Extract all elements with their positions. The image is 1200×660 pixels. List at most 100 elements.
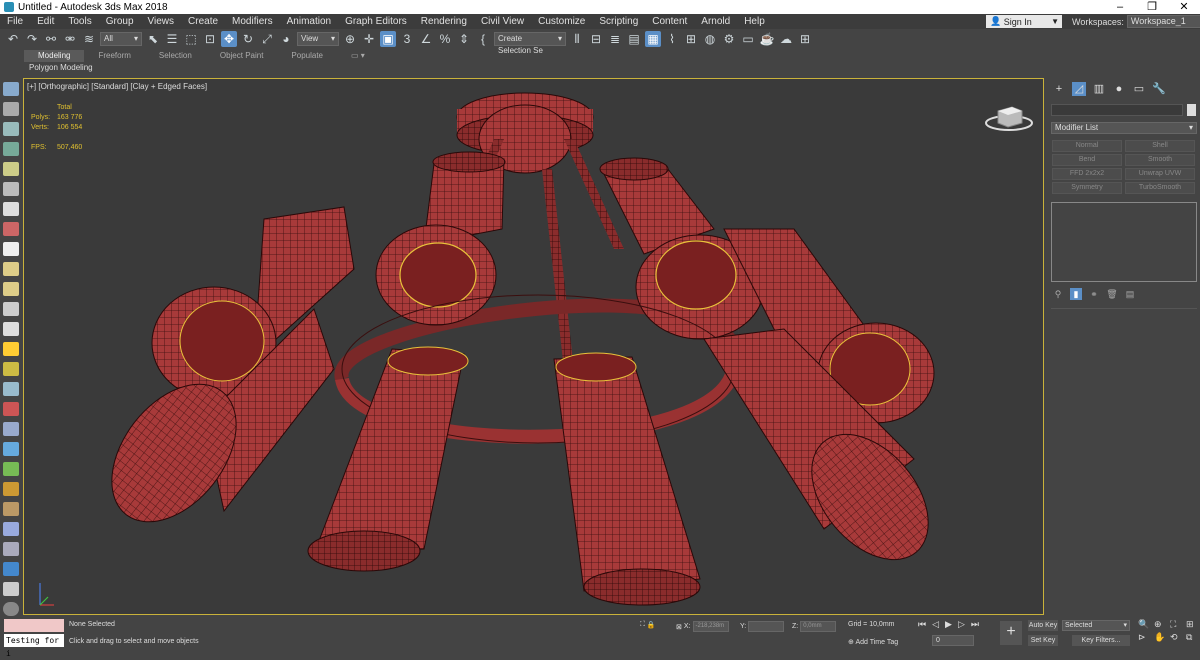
tools-icon[interactable]	[3, 182, 19, 196]
modifier-button-ffd-2x2x2[interactable]: FFD 2x2x2	[1052, 168, 1122, 180]
asset-icon[interactable]	[3, 582, 19, 596]
modifier-button-smooth[interactable]: Smooth	[1125, 154, 1195, 166]
select-object-icon[interactable]: ⬉	[145, 31, 161, 47]
ribbon-tab-freeform[interactable]: Freeform	[84, 50, 144, 62]
menu-customize[interactable]: Customize	[531, 14, 592, 29]
render-icon[interactable]: ☕	[759, 31, 775, 47]
lamp-shade-front-mid-left[interactable]	[307, 346, 469, 572]
zoom-extents-all-icon[interactable]: ⊞	[1186, 619, 1200, 630]
menu-graph-editors[interactable]: Graph Editors	[338, 14, 414, 29]
object-name-field[interactable]	[1051, 104, 1183, 116]
render-cloud-icon[interactable]: ☁	[778, 31, 794, 47]
create-icon[interactable]: +	[1052, 82, 1066, 96]
move-icon[interactable]: ✥	[221, 31, 237, 47]
unlink-icon[interactable]: ⚮	[62, 31, 78, 47]
set-keys-button[interactable]: +	[1000, 621, 1022, 645]
key-selection-dropdown[interactable]: Selected ▾	[1062, 620, 1130, 631]
configure-modifier-sets-icon[interactable]: ▤	[1124, 288, 1136, 300]
cone-icon[interactable]	[3, 322, 19, 336]
scene-explorer-icon[interactable]: ▤	[626, 31, 642, 47]
modify-icon[interactable]: ◿	[1072, 82, 1086, 96]
spinner-snap-icon[interactable]: ⇕	[456, 31, 472, 47]
modifier-stack[interactable]	[1051, 202, 1197, 282]
percent-snap-icon[interactable]: %	[437, 31, 453, 47]
globe-icon[interactable]	[3, 442, 19, 456]
undo-icon[interactable]: ↶	[5, 31, 21, 47]
menu-civil-view[interactable]: Civil View	[474, 14, 531, 29]
crosshair-icon[interactable]: ✛	[361, 31, 377, 47]
maximize-button[interactable]: ❐	[1136, 0, 1168, 14]
pivot-center-icon[interactable]: ⊕	[342, 31, 358, 47]
place-icon[interactable]: ◕	[278, 31, 294, 47]
previous-frame-icon[interactable]: ◁	[932, 619, 939, 630]
geosphere-icon[interactable]	[3, 302, 19, 316]
hierarchy-icon[interactable]: ▥	[1092, 82, 1106, 96]
absolute-mode-icon[interactable]: ⊠	[676, 623, 682, 631]
render-setup-icon[interactable]: ⚙	[721, 31, 737, 47]
keyboard-shortcut-override-icon[interactable]: ▣	[380, 31, 396, 47]
schematic-view-icon[interactable]: ⊞	[683, 31, 699, 47]
current-frame-field[interactable]: 0	[932, 635, 974, 646]
modifier-button-normal[interactable]: Normal	[1052, 140, 1122, 152]
shape-icon[interactable]	[3, 522, 19, 536]
pan-icon[interactable]: ✋	[1154, 632, 1168, 643]
make-unique-icon[interactable]: ⚭	[1088, 288, 1100, 300]
go-to-end-icon[interactable]: ⏭	[971, 619, 979, 630]
layer-explorer-icon[interactable]: ≣	[607, 31, 623, 47]
selection-lock-icon[interactable]: 🔒	[647, 621, 656, 629]
menu-content[interactable]: Content	[645, 14, 694, 29]
maximize-viewport-icon[interactable]: ⧉	[1186, 632, 1200, 643]
set-key-button[interactable]: Set Key	[1028, 635, 1058, 646]
ribbon-tab-populate[interactable]: Populate	[277, 50, 337, 62]
lamp-shade-front-center[interactable]	[553, 352, 701, 606]
pin-stack-icon[interactable]: ⚲	[1052, 288, 1064, 300]
orbit-icon[interactable]: ⟲	[1170, 632, 1184, 643]
light-icon[interactable]	[3, 162, 19, 176]
camera-icon[interactable]	[3, 542, 19, 556]
rectangle-select-icon[interactable]: ⬚	[183, 31, 199, 47]
select-by-name-icon[interactable]: ☰	[164, 31, 180, 47]
key-filters-button[interactable]: Key Filters...	[1072, 635, 1130, 646]
ribbon-tab-selection[interactable]: Selection	[145, 50, 206, 62]
menu-help[interactable]: Help	[737, 14, 772, 29]
polygon-modeling-panel[interactable]: Polygon Modeling	[29, 63, 93, 72]
ribbon-toggle-icon[interactable]: ▦	[645, 31, 661, 47]
ribbon-tab-modeling[interactable]: Modeling	[24, 50, 85, 62]
scale-icon[interactable]: ⤢	[259, 31, 275, 47]
field-of-view-icon[interactable]: ⊳	[1138, 632, 1152, 643]
modifier-button-shell[interactable]: Shell	[1125, 140, 1195, 152]
document-icon[interactable]	[3, 102, 19, 116]
sphere-icon[interactable]	[3, 262, 19, 276]
particle-icon[interactable]	[3, 382, 19, 396]
chandelier-model[interactable]	[24, 79, 1044, 615]
reference-coordinate-dropdown[interactable]: View ▾	[297, 32, 339, 46]
cylinder-icon[interactable]	[3, 282, 19, 296]
remove-modifier-icon[interactable]: 🗑	[1106, 288, 1118, 300]
menu-file[interactable]: File	[0, 14, 30, 29]
sign-in-button[interactable]: 👤 Sign In ▼	[986, 15, 1062, 28]
menu-scripting[interactable]: Scripting	[592, 14, 645, 29]
align-icon[interactable]: ⊟	[588, 31, 604, 47]
zoom-all-icon[interactable]: ⊕	[1154, 619, 1168, 630]
y-field[interactable]	[748, 621, 785, 632]
grid-icon[interactable]	[3, 122, 19, 136]
viewport-layout-icon[interactable]	[3, 82, 19, 96]
zoom-extents-icon[interactable]: ⛶	[1170, 619, 1184, 630]
maxscript-output[interactable]: Testing for i	[4, 634, 64, 658]
close-button[interactable]: ✕	[1168, 0, 1200, 14]
minimize-button[interactable]: –	[1104, 0, 1136, 14]
object-color-swatch[interactable]	[1187, 104, 1196, 116]
viewcube[interactable]	[984, 97, 1034, 133]
motion-icon[interactable]: ●	[1112, 82, 1126, 96]
add-time-tag[interactable]: ⊕ Add Time Tag	[848, 638, 898, 646]
viewport-label-menu[interactable]: [+] [Orthographic] [Standard] [Clay + Ed…	[27, 82, 207, 91]
modifier-button-turbosmooth[interactable]: TurboSmooth	[1125, 182, 1195, 194]
menu-group[interactable]: Group	[99, 14, 141, 29]
menu-tools[interactable]: Tools	[61, 14, 98, 29]
mirror-icon[interactable]: ⫴	[569, 31, 585, 47]
help-icon[interactable]	[3, 602, 19, 616]
menu-edit[interactable]: Edit	[30, 14, 61, 29]
paint-icon[interactable]	[3, 402, 19, 416]
populate-icon[interactable]	[3, 222, 19, 236]
play-icon[interactable]: ▶	[945, 619, 952, 630]
